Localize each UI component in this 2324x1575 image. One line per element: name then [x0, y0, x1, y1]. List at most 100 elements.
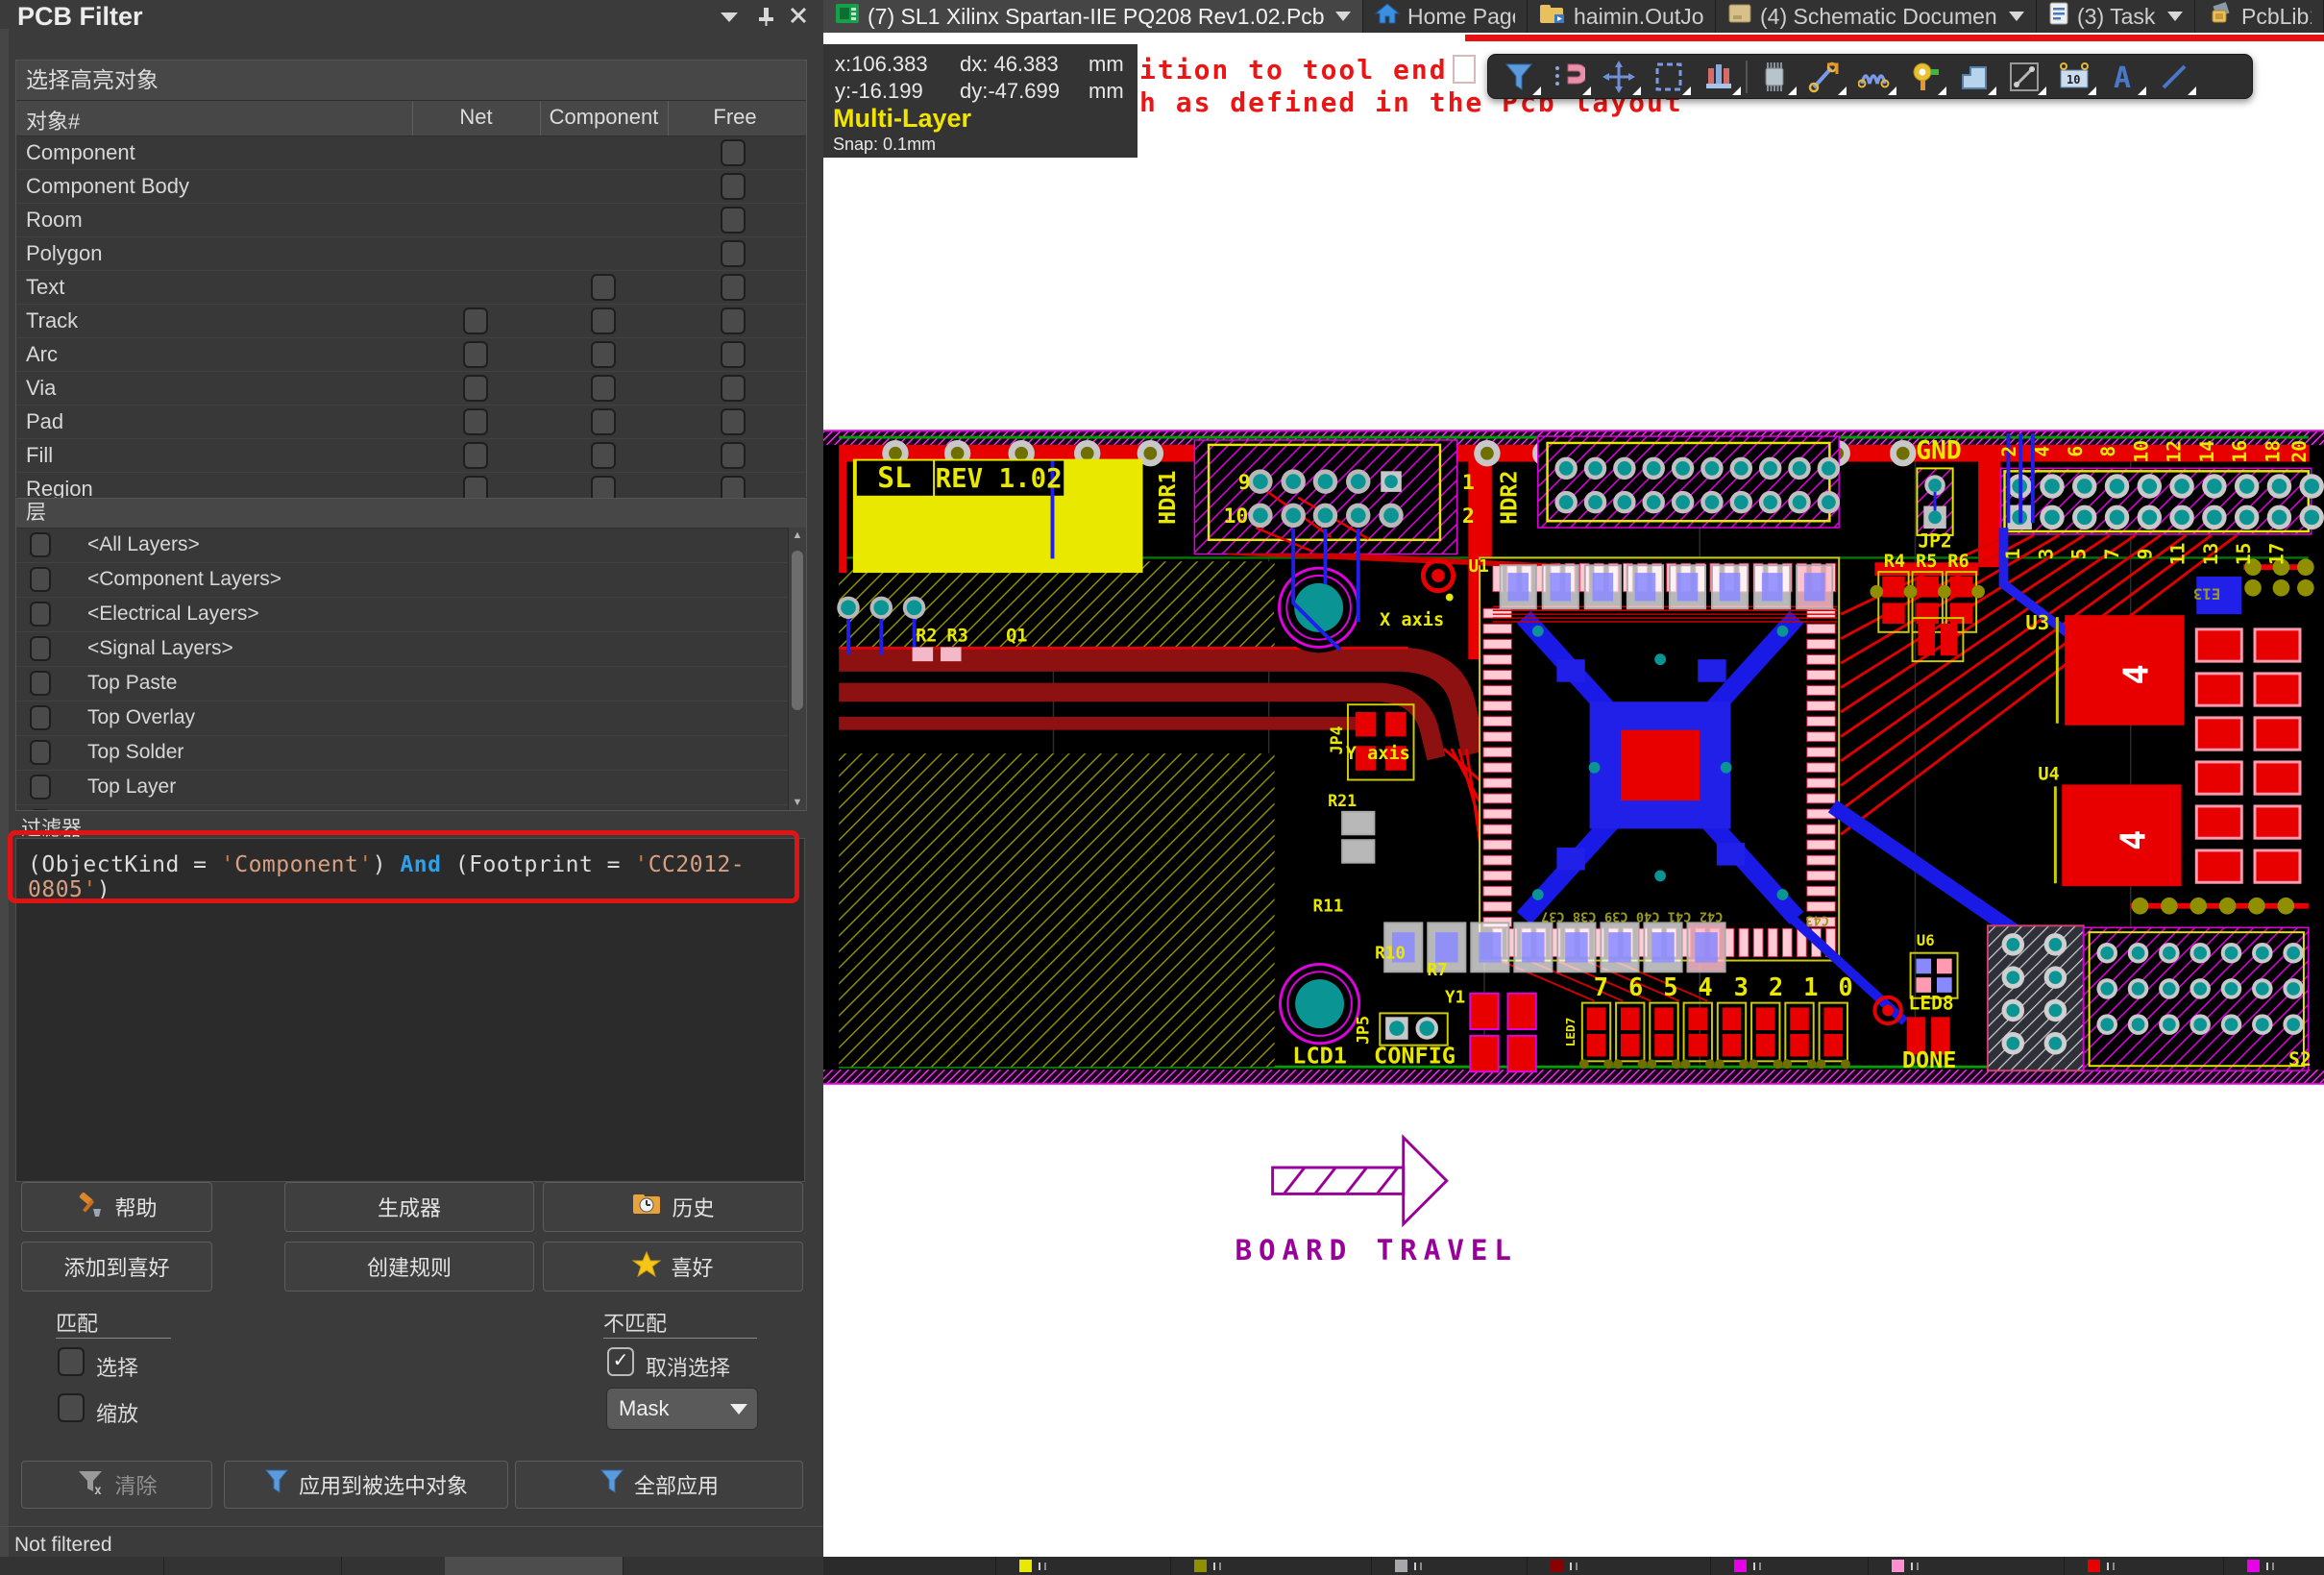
object-component-checkbox[interactable] — [591, 375, 616, 402]
pcb-editor-canvas[interactable]: BOARD TRAVELSLREV 1.02HDR191012HDR2GNDJP… — [823, 33, 2324, 1575]
object-free-checkbox[interactable] — [721, 408, 746, 435]
chevron-down-icon[interactable] — [2167, 12, 2183, 21]
document-tab[interactable]: haimin.OutJob — [1528, 0, 1716, 33]
pin-icon[interactable] — [753, 6, 778, 27]
nonmatch-deselect-checkbox[interactable]: ✓ — [607, 1347, 634, 1376]
object-table-header[interactable]: 对象# Net Component Free — [16, 101, 806, 136]
via-tool-icon[interactable] — [1899, 57, 1949, 97]
match-zoom-checkbox[interactable] — [58, 1393, 85, 1422]
object-component-checkbox[interactable] — [591, 442, 616, 469]
layer-checkbox[interactable] — [30, 671, 51, 696]
object-row[interactable]: Text — [16, 271, 806, 305]
object-free-checkbox[interactable] — [721, 139, 746, 166]
document-tab[interactable]: (3) Tasks — [2037, 0, 2195, 33]
match-select-checkbox[interactable] — [58, 1347, 85, 1376]
filter-expression-input[interactable]: (ObjectKind = 'Component') And (Footprin… — [15, 838, 805, 1182]
chevron-down-icon[interactable] — [1335, 12, 1351, 21]
dimension-tool-icon[interactable]: 10 — [2049, 57, 2099, 97]
object-free-checkbox[interactable] — [721, 274, 746, 301]
layer-row[interactable]: Top Solder — [16, 736, 806, 771]
string-tool-icon[interactable]: A — [2099, 57, 2149, 97]
apply-all-button[interactable]: 全部应用 — [515, 1461, 803, 1509]
measure-tool-icon[interactable] — [1999, 57, 2049, 97]
object-free-checkbox[interactable] — [721, 442, 746, 469]
magnet-tool-icon[interactable] — [1544, 57, 1594, 97]
layer-tab[interactable] — [2223, 1557, 2324, 1575]
object-row[interactable]: Arc — [16, 338, 806, 372]
col-net[interactable]: Net — [412, 105, 540, 130]
layer-row[interactable]: Top Paste — [16, 667, 806, 701]
move-tool-icon[interactable] — [1594, 57, 1644, 97]
object-free-checkbox[interactable] — [721, 173, 746, 200]
builder-button[interactable]: 生成器 — [284, 1182, 534, 1232]
route-tool-icon[interactable] — [1799, 57, 1849, 97]
mask-dropdown[interactable]: Mask — [606, 1388, 758, 1430]
object-row[interactable]: Pad — [16, 406, 806, 439]
favorite-button[interactable]: 喜好 — [543, 1242, 803, 1292]
layer-row[interactable]: Top Overlay — [16, 701, 806, 736]
layer-row[interactable]: Bottom Layer — [16, 805, 806, 811]
apply-selected-button[interactable]: 应用到被选中对象 — [224, 1461, 508, 1509]
object-free-checkbox[interactable] — [721, 341, 746, 368]
layers-scrollbar[interactable]: ▲ ▼ — [788, 528, 806, 810]
col-component[interactable]: Component — [540, 105, 668, 130]
diff-pair-tool-icon[interactable] — [1849, 57, 1899, 97]
pcb-canvas[interactable]: BOARD TRAVELSLREV 1.02HDR191012HDR2GNDJP… — [823, 33, 2324, 1575]
object-free-checkbox[interactable] — [721, 240, 746, 267]
object-free-checkbox[interactable] — [721, 207, 746, 234]
object-net-checkbox[interactable] — [463, 408, 488, 435]
layer-row[interactable]: <Component Layers> — [16, 563, 806, 598]
object-net-checkbox[interactable] — [463, 308, 488, 334]
polygon-tool-icon[interactable] — [1949, 57, 1999, 97]
panel-bottom-tab-active[interactable] — [445, 1557, 623, 1575]
object-component-checkbox[interactable] — [591, 408, 616, 435]
object-component-checkbox[interactable] — [591, 274, 616, 301]
close-icon[interactable] — [786, 6, 811, 27]
object-net-checkbox[interactable] — [463, 341, 488, 368]
col-free[interactable]: Free — [668, 105, 802, 130]
object-component-checkbox[interactable] — [591, 308, 616, 334]
clear-button[interactable]: x 清除 — [21, 1461, 212, 1509]
object-row[interactable]: Polygon — [16, 237, 806, 271]
object-row[interactable]: Track — [16, 305, 806, 338]
component-tool-icon[interactable] — [1749, 57, 1799, 97]
layer-checkbox[interactable] — [30, 809, 51, 811]
scroll-up-icon[interactable]: ▲ — [789, 528, 806, 543]
col-object[interactable]: 对象# — [26, 105, 80, 135]
filter-tool-icon[interactable] — [1494, 57, 1544, 97]
layer-checkbox[interactable] — [30, 636, 51, 661]
create-rule-button[interactable]: 创建规则 — [284, 1242, 534, 1292]
panel-bottom-tabs[interactable] — [0, 1557, 823, 1575]
document-tab[interactable]: (4) Schematic Document — [1716, 0, 2037, 33]
layer-row[interactable]: <Signal Layers> — [16, 632, 806, 667]
layer-checkbox[interactable] — [30, 567, 51, 592]
scroll-down-icon[interactable]: ▼ — [789, 795, 806, 810]
history-button[interactable]: 历史 — [543, 1182, 803, 1232]
document-tab[interactable]: Home Page — [1363, 0, 1528, 33]
document-tab[interactable]: PcbLib1.Pc — [2195, 0, 2324, 33]
panel-menu-chevron-icon[interactable] — [717, 6, 742, 27]
highlight-objects-header[interactable]: 选择高亮对象 — [16, 61, 806, 101]
layer-tab[interactable] — [1527, 1557, 1738, 1575]
object-row[interactable]: Component — [16, 136, 806, 170]
object-row[interactable]: Fill — [16, 439, 806, 473]
scrollbar-thumb[interactable] — [792, 551, 803, 710]
layer-checkbox[interactable] — [30, 740, 51, 765]
object-row[interactable]: Via — [16, 372, 806, 406]
layer-tabs-bar[interactable] — [823, 1557, 2324, 1575]
layer-checkbox[interactable] — [30, 705, 51, 730]
document-tab[interactable]: (7) SL1 Xilinx Spartan-IIE PQ208 Rev1.02… — [823, 0, 1363, 33]
object-row[interactable]: Room — [16, 204, 806, 237]
layer-tab[interactable] — [995, 1557, 1198, 1575]
object-net-checkbox[interactable] — [463, 442, 488, 469]
layer-tab[interactable] — [1868, 1557, 2092, 1575]
object-component-checkbox[interactable] — [591, 341, 616, 368]
object-row[interactable]: Component Body — [16, 170, 806, 204]
object-free-checkbox[interactable] — [721, 375, 746, 402]
layer-tab[interactable] — [1170, 1557, 1399, 1575]
object-free-checkbox[interactable] — [721, 308, 746, 334]
chevron-down-icon[interactable] — [2009, 12, 2024, 21]
line-tool-icon[interactable] — [2149, 57, 2199, 97]
layer-checkbox[interactable] — [30, 532, 51, 557]
add-favorite-button[interactable]: 添加到喜好 — [21, 1242, 212, 1292]
